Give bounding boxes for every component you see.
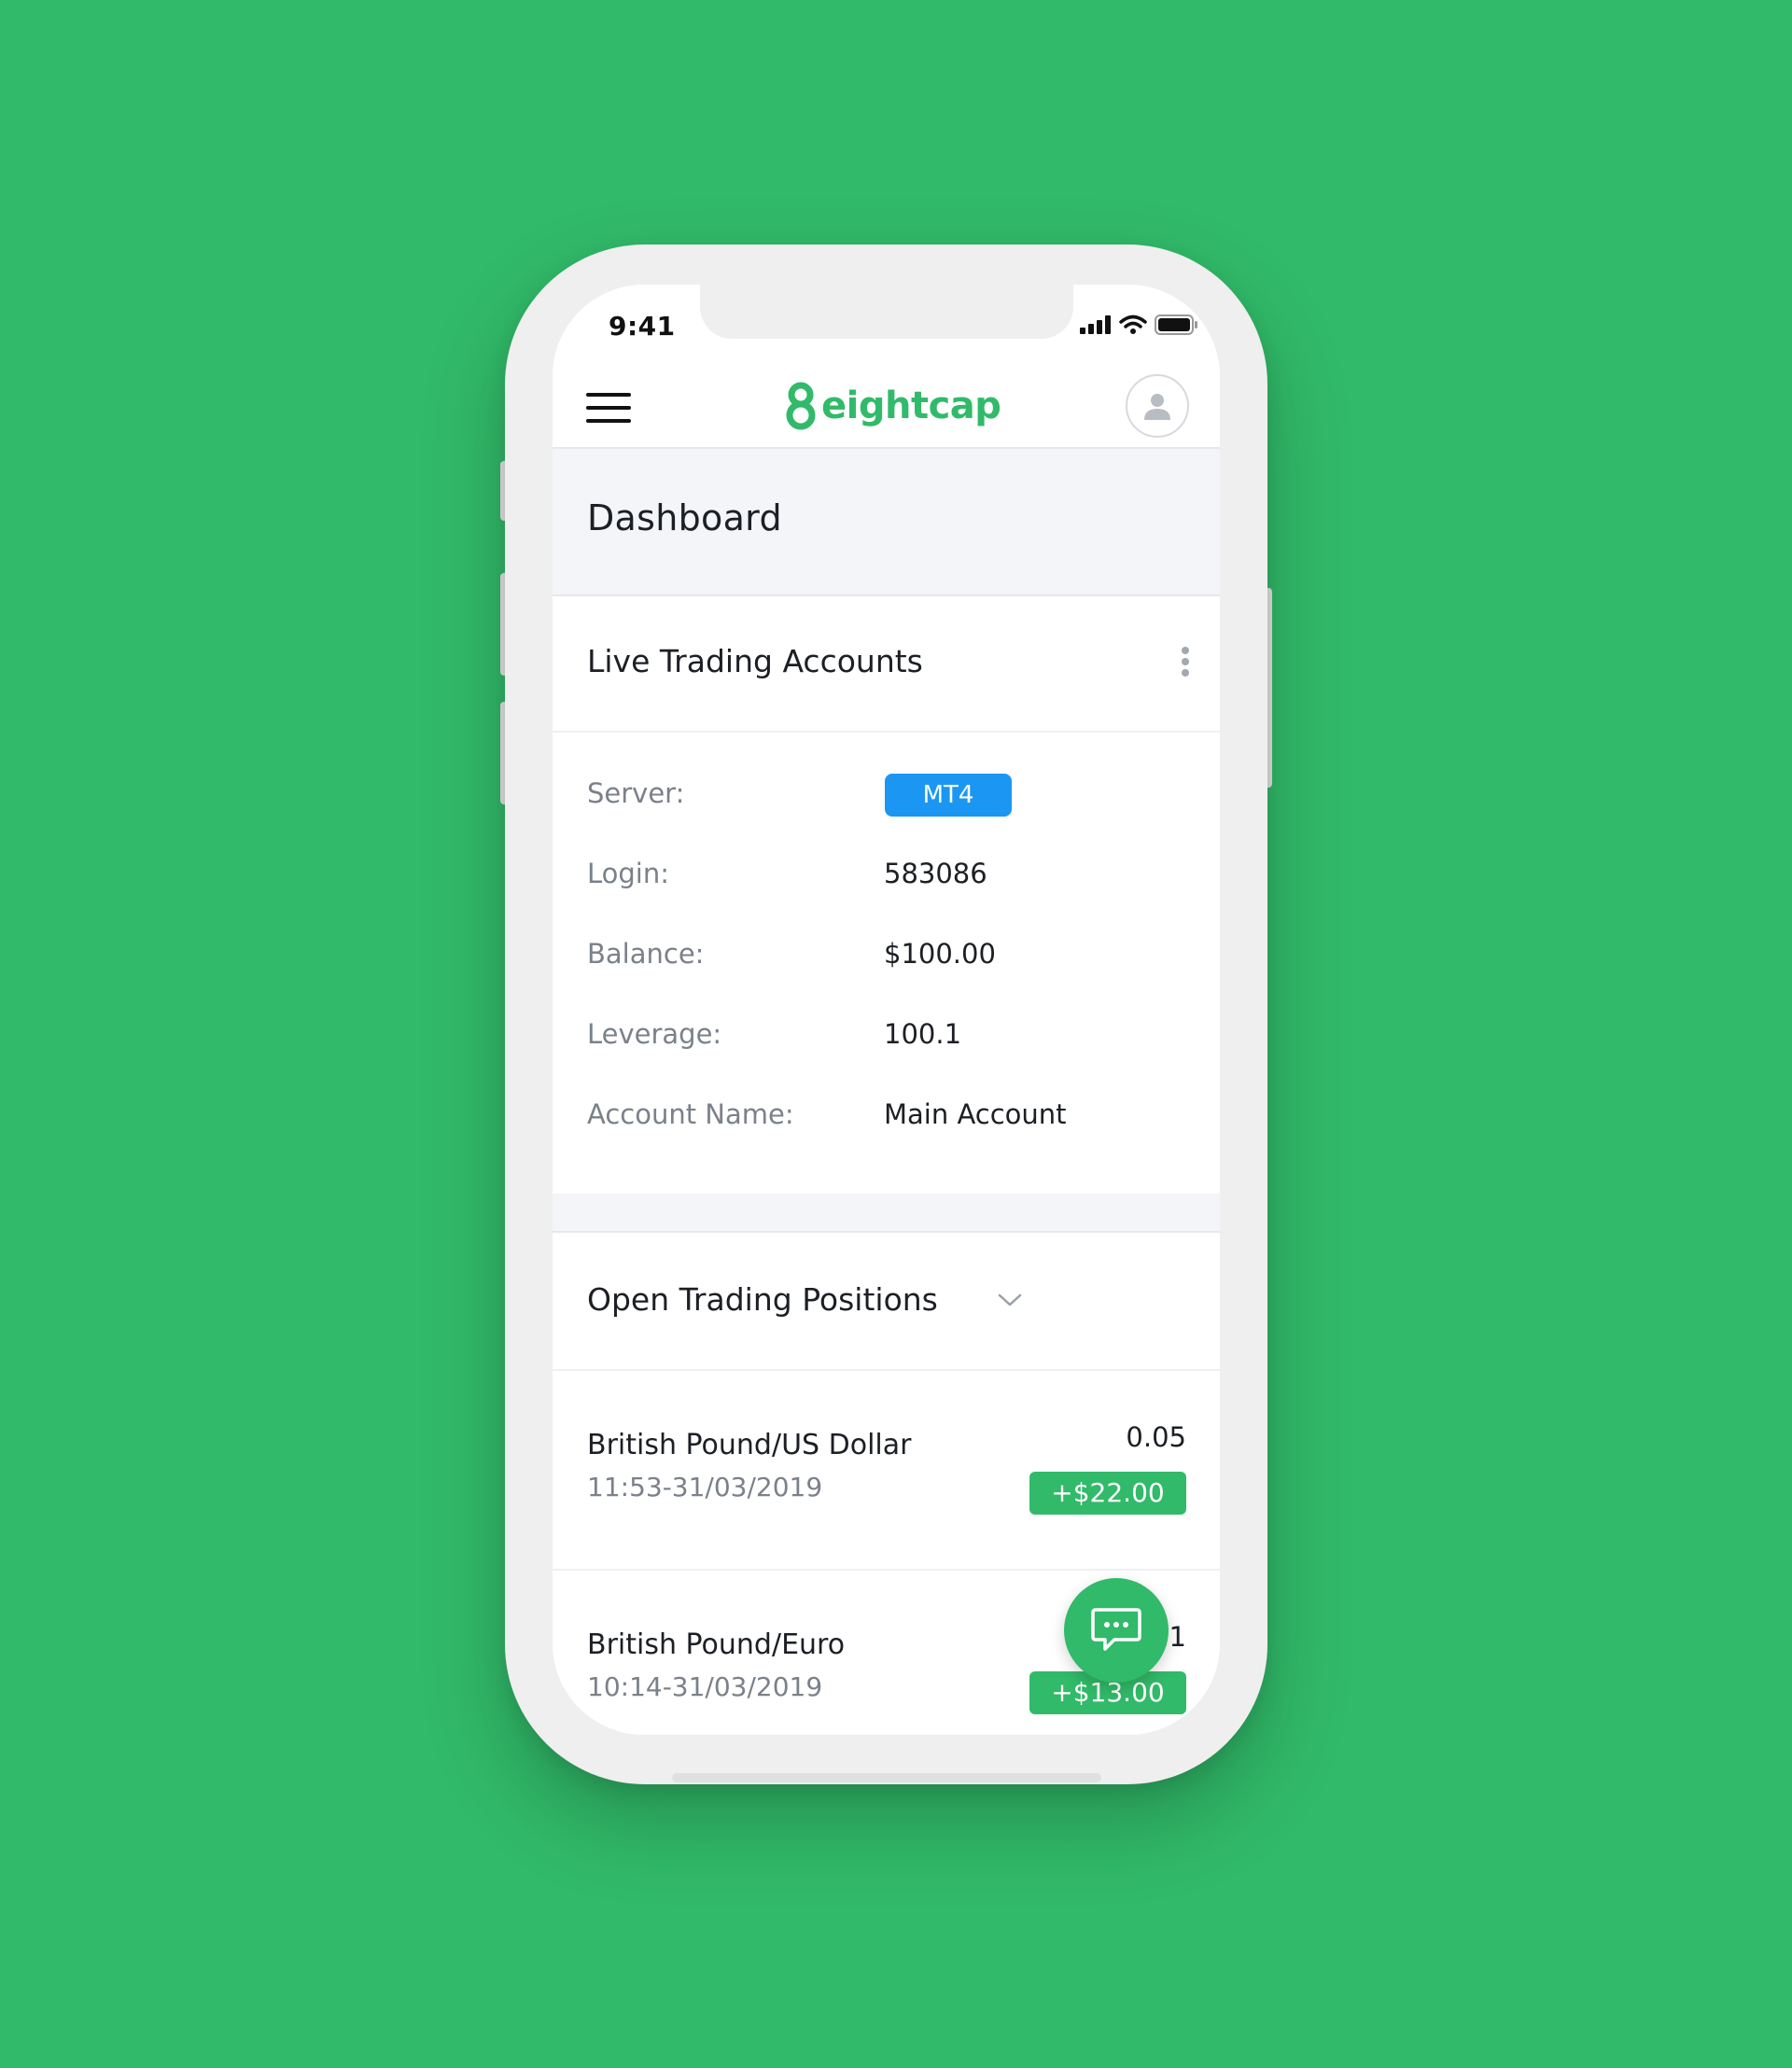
section-divider: [553, 1194, 1220, 1231]
chevron-down-icon[interactable]: [997, 1291, 1023, 1309]
user-icon: [1144, 394, 1170, 420]
account-name-value: Main Account: [884, 1098, 1067, 1130]
kebab-dot: [1182, 669, 1189, 677]
balance-row: Balance: $100.00: [553, 930, 1220, 977]
login-label: Login:: [587, 858, 670, 889]
kebab-dot: [1182, 647, 1189, 654]
status-icons: [1080, 314, 1197, 335]
position-name: British Pound/US Dollar: [587, 1429, 912, 1461]
leverage-row: Leverage: 100.1: [553, 1011, 1220, 1057]
login-value: 583086: [884, 858, 987, 889]
leverage-label: Leverage:: [587, 1018, 722, 1050]
leverage-value: 100.1: [884, 1018, 962, 1050]
home-indicator: [672, 1773, 1101, 1782]
position-time: 10:14-31/03/2019: [587, 1671, 823, 1702]
notch: [700, 285, 1073, 339]
server-row: Server: MT4: [553, 770, 1220, 817]
chat-button[interactable]: [1064, 1578, 1169, 1683]
account-name-row: Account Name: Main Account: [553, 1091, 1220, 1138]
wifi-icon: [1119, 314, 1147, 334]
eightcap-logo-mark: [786, 382, 816, 430]
eightcap-logo[interactable]: eightcap: [782, 382, 1001, 430]
balance-label: Balance:: [587, 938, 705, 970]
scene: 9:41 eightcap Dashboard Live Trading Acc…: [0, 0, 1792, 2068]
position-name: British Pound/Euro: [587, 1628, 846, 1661]
menu-bar-bottom: [586, 419, 631, 423]
chat-bubble-icon: [1091, 1608, 1141, 1651]
phone-screen: 9:41 eightcap Dashboard Live Trading Acc…: [553, 285, 1220, 1735]
balance-value: $100.00: [884, 938, 996, 970]
kebab-dot: [1182, 658, 1189, 665]
menu-bar-middle: [586, 406, 631, 410]
server-badge: MT4: [885, 774, 1012, 817]
live-accounts-header: Live Trading Accounts: [553, 596, 1220, 733]
app-header: eightcap: [553, 369, 1220, 449]
position-row[interactable]: British Pound/US Dollar 11:53-31/03/2019…: [553, 1371, 1220, 1571]
position-profit-badge: +$22.00: [1029, 1472, 1186, 1515]
page-title: Dashboard: [587, 497, 782, 538]
login-row: Login: 583086: [553, 850, 1220, 897]
more-vertical-icon[interactable]: [1178, 647, 1193, 680]
position-volume: 0.05: [1126, 1421, 1186, 1453]
live-accounts-card: Live Trading Accounts Server: MT4 Login:…: [553, 596, 1220, 1194]
server-label: Server:: [587, 777, 685, 809]
menu-bar-top: [586, 393, 631, 397]
live-accounts-title: Live Trading Accounts: [587, 643, 923, 679]
logo-text: eightcap: [821, 384, 1001, 427]
hamburger-icon[interactable]: [586, 391, 631, 425]
open-positions-header[interactable]: Open Trading Positions: [553, 1233, 1220, 1371]
open-positions-title: Open Trading Positions: [587, 1281, 938, 1318]
status-time: 9:41: [609, 311, 676, 342]
cellular-signal-icon: [1080, 315, 1111, 334]
account-name-label: Account Name:: [587, 1098, 794, 1130]
dashboard-header: Dashboard: [553, 449, 1220, 596]
battery-icon: [1155, 314, 1197, 335]
profile-button[interactable]: [1126, 374, 1189, 438]
position-time: 11:53-31/03/2019: [587, 1472, 823, 1502]
